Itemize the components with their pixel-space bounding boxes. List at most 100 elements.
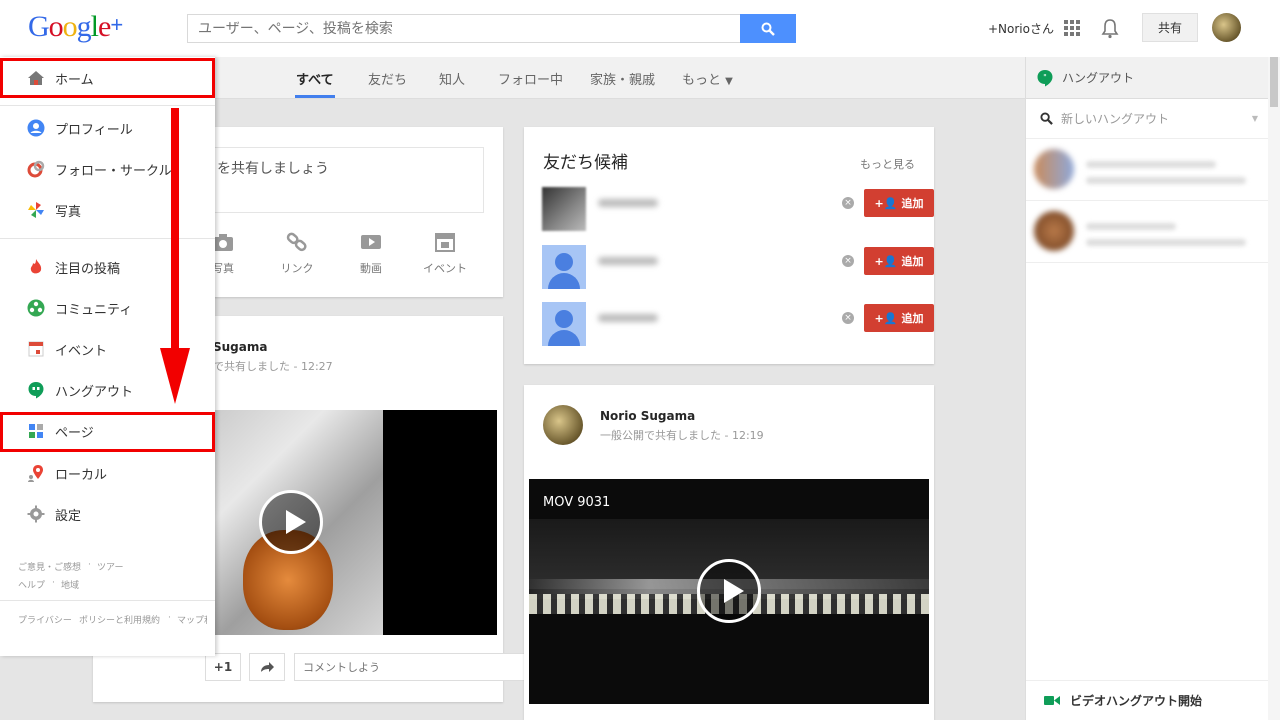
- add-label: 追加: [901, 197, 924, 210]
- region-link[interactable]: 地域: [61, 578, 79, 591]
- post-meta: で共有しました - 12:27: [213, 360, 333, 373]
- suggestion-avatar[interactable]: [542, 245, 586, 289]
- share-button[interactable]: 共有: [1142, 13, 1198, 42]
- suggestion-avatar[interactable]: [542, 302, 586, 346]
- new-hangout-input[interactable]: 新しいハングアウト ▼: [1026, 99, 1268, 139]
- active-tab-indicator: [295, 95, 335, 98]
- annotation-arrow-shaft: [171, 108, 179, 350]
- footer-separator: ·: [52, 578, 55, 588]
- help-link[interactable]: ヘルプ: [18, 578, 45, 591]
- share-prompt-input[interactable]: を共有しましょう: [196, 147, 484, 213]
- hangout-contact[interactable]: [1026, 139, 1268, 201]
- chevron-down-icon: ▼: [1251, 114, 1258, 123]
- hangouts-icon: [28, 382, 44, 399]
- circles-icon: [27, 160, 45, 178]
- start-video-hangout-button[interactable]: ビデオハングアウト開始: [1026, 680, 1269, 720]
- play-icon[interactable]: [697, 559, 761, 623]
- tour-link[interactable]: ツアー: [97, 560, 123, 573]
- suggestion-name-blurred: [598, 199, 658, 207]
- dismiss-icon[interactable]: ×: [842, 312, 854, 324]
- apps-grid-icon[interactable]: [1064, 20, 1080, 36]
- post-video[interactable]: MOV 9031: [529, 479, 929, 704]
- dismiss-icon[interactable]: ×: [842, 197, 854, 209]
- annotation-arrow-head-icon: [160, 348, 190, 404]
- tab-more-label: もっと: [682, 73, 722, 88]
- contact-status-blurred: [1086, 239, 1246, 246]
- friend-suggestions-card: 友だち候補 もっと見る × +👤 追加 × +👤 追加 × +👤 追加: [524, 127, 934, 364]
- hangouts-title: ハングアウト: [1062, 71, 1135, 85]
- highlight-box-pages: [0, 412, 215, 452]
- footer-separator: ·: [168, 613, 171, 623]
- hangouts-panel: " ハングアウト 新しいハングアウト ▼ ビデオハングアウト開始: [1025, 57, 1269, 720]
- add-person-icon: +👤: [874, 254, 898, 268]
- contact-avatar: [1034, 149, 1074, 189]
- tab-family[interactable]: 家族・親戚: [590, 69, 655, 88]
- video-icon: [361, 235, 381, 249]
- add-friend-button[interactable]: +👤 追加: [864, 304, 934, 332]
- menu-item-label: 設定: [55, 508, 82, 524]
- play-icon[interactable]: [259, 490, 323, 554]
- menu-item-settings[interactable]: 設定: [0, 495, 215, 533]
- privacy-link[interactable]: プライバシー: [18, 613, 72, 626]
- search-icon: [761, 22, 775, 36]
- suggestion-avatar[interactable]: [542, 187, 586, 231]
- account-avatar[interactable]: [1212, 13, 1241, 42]
- tab-acquaintances[interactable]: 知人: [439, 69, 465, 88]
- dismiss-icon[interactable]: ×: [842, 255, 854, 267]
- local-icon: [28, 465, 43, 482]
- menu-item-communities[interactable]: コミュニティ: [0, 289, 215, 327]
- page-scrollbar[interactable]: [1268, 57, 1280, 720]
- suggestion-row: × +👤 追加: [542, 245, 934, 289]
- search-button[interactable]: [740, 14, 796, 43]
- suggestions-more-link[interactable]: もっと見る: [860, 156, 915, 172]
- policy-link[interactable]: ポリシーと利用規約: [79, 613, 160, 626]
- post-time[interactable]: 12:19: [732, 429, 764, 442]
- menu-item-profile[interactable]: プロフィール: [0, 109, 215, 147]
- search-input[interactable]: [187, 14, 741, 43]
- hangouts-icon: ": [1037, 69, 1053, 86]
- notifications-bell-icon[interactable]: [1101, 19, 1119, 39]
- post-author[interactable]: Norio Sugama: [600, 409, 695, 423]
- menu-item-label: 注目の投稿: [55, 261, 121, 277]
- menu-item-local[interactable]: ローカル: [0, 454, 215, 492]
- tab-all[interactable]: すべて: [296, 69, 334, 88]
- tab-friends[interactable]: 友だち: [368, 69, 407, 88]
- suggestions-title: 友だち候補: [543, 153, 628, 173]
- suggestion-name-blurred: [598, 257, 658, 265]
- menu-item-whats-hot[interactable]: 注目の投稿: [0, 248, 215, 286]
- post-video[interactable]: [203, 410, 497, 635]
- reshare-button[interactable]: [249, 653, 285, 681]
- hangout-contact[interactable]: [1026, 201, 1268, 263]
- plus-one-button[interactable]: +1: [205, 653, 241, 681]
- menu-item-label: フォロー・サークル: [55, 163, 172, 179]
- video-camera-icon: [1044, 696, 1060, 705]
- svg-text:": ": [1043, 73, 1047, 82]
- maps-terms-link[interactable]: マップ利用規約: [177, 613, 207, 626]
- menu-item-circles[interactable]: フォロー・サークル: [0, 150, 215, 188]
- scrollbar-thumb[interactable]: [1270, 57, 1278, 107]
- share-link-button[interactable]: リンク: [267, 232, 327, 276]
- post-time[interactable]: 12:27: [301, 360, 333, 373]
- profile-icon: [27, 119, 45, 137]
- avatar[interactable]: [543, 405, 583, 445]
- menu-item-label: ローカル: [55, 467, 108, 483]
- settings-icon: [27, 505, 45, 523]
- menu-item-photos[interactable]: 写真: [0, 191, 215, 229]
- add-friend-button[interactable]: +👤 追加: [864, 247, 934, 275]
- communities-icon: [27, 299, 45, 317]
- menu-divider: [0, 238, 215, 239]
- tab-more[interactable]: もっと ▼: [682, 69, 733, 88]
- add-label: 追加: [901, 312, 924, 325]
- contact-avatar: [1034, 211, 1074, 251]
- google-plus-logo[interactable]: Google+: [28, 10, 123, 44]
- tab-following[interactable]: フォロー中: [498, 69, 563, 88]
- photos-icon: [28, 202, 44, 218]
- feedback-link[interactable]: ご意見・ご感想: [18, 560, 81, 573]
- share-event-button[interactable]: イベント: [415, 232, 475, 276]
- hangouts-header[interactable]: " ハングアウト: [1026, 57, 1268, 99]
- add-friend-button[interactable]: +👤 追加: [864, 189, 934, 217]
- share-video-button[interactable]: 動画: [341, 232, 401, 276]
- new-hangout-placeholder: 新しいハングアウト: [1061, 112, 1170, 126]
- post-author[interactable]: Sugama: [213, 340, 267, 354]
- user-profile-link[interactable]: +Norioさん: [988, 20, 1054, 37]
